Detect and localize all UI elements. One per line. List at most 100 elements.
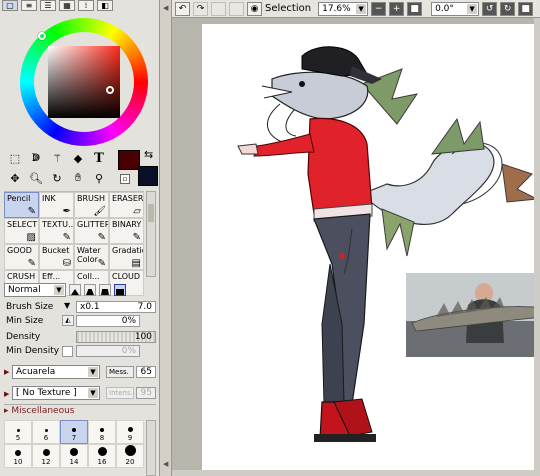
tip-shape-2[interactable] [84, 284, 96, 296]
brush-select[interactable]: SELECT ▨ [4, 218, 39, 244]
chevron-down-icon: ▼ [88, 367, 98, 377]
brush-gradation[interactable]: Gradation▤ [109, 244, 144, 270]
canvas-area[interactable] [172, 18, 540, 476]
size-preset[interactable]: 12 [32, 444, 60, 468]
collapse-icon[interactable]: ◀ [163, 460, 168, 468]
gradation-icon: ▤ [131, 258, 141, 269]
brush-watercolor[interactable]: Water Color ✎ [74, 244, 109, 270]
redo-icon[interactable]: ↷ [193, 1, 208, 16]
min-density-label: Min Density [6, 346, 60, 356]
pen-icon: ✒ [62, 206, 71, 217]
zoom-reset-button[interactable]: ■ [407, 1, 423, 16]
reference-photo [406, 273, 540, 357]
size-preset[interactable]: 9 [116, 420, 144, 444]
swap-colors-icon[interactable]: ⇆ [144, 148, 153, 161]
size-preset[interactable]: 7 [60, 420, 88, 444]
lines-icon[interactable]: ☰ [40, 0, 56, 11]
dots-icon[interactable]: ⁞ [78, 0, 94, 11]
canvas-horizontal-scrollbar[interactable] [172, 470, 540, 476]
zoom-select[interactable]: 17.6% ▼ [318, 1, 369, 16]
texture-expand-icon[interactable]: ▶ [4, 390, 9, 398]
paper-texture-select[interactable]: Acuarela ▼ [12, 365, 100, 379]
sv-knob[interactable] [106, 86, 114, 94]
paper-expand-icon[interactable]: ▶ [4, 368, 9, 376]
pressure-icon[interactable]: ◭ [62, 315, 74, 326]
intens-value[interactable]: 95 [136, 387, 156, 399]
tip-shape-1[interactable] [69, 284, 81, 296]
collapse-icon[interactable]: ◀ [163, 4, 168, 12]
brush-grid: Pencil ✎ INK ✒ BRUSH 🖌︎ ERASER ▱ SELECT ▨ TEX… [4, 191, 144, 296]
tip-shape-3[interactable] [99, 284, 111, 296]
magic-wand-icon[interactable]: ⚚ [48, 150, 66, 166]
brush-scrollbar[interactable] [146, 191, 156, 277]
selection-visibility-icon[interactable]: ◉ [247, 1, 262, 16]
flip-icon[interactable]: ⇆ [536, 2, 540, 16]
brush-brush[interactable]: BRUSH 🖌︎ [74, 192, 109, 218]
canvas-vertical-scrollbar[interactable] [534, 18, 540, 476]
zoom-out-button[interactable]: − [371, 1, 387, 16]
brush-ink[interactable]: INK ✒ [39, 192, 74, 218]
min-density-field[interactable]: 0% [76, 345, 140, 357]
density-slider[interactable]: 100 [76, 331, 156, 343]
size-preset[interactable]: 6 [32, 420, 60, 444]
size-preset[interactable]: 14 [60, 444, 88, 468]
brush-glitter[interactable]: GLITTER ✎ [74, 218, 109, 244]
binary-icon: ✎ [132, 232, 141, 243]
hue-knob[interactable] [38, 32, 46, 40]
eraser-small-icon[interactable]: ◧ [97, 0, 113, 11]
invert-selection-icon[interactable] [229, 1, 244, 16]
size-preset[interactable]: 16 [88, 444, 116, 468]
brush-good[interactable]: GOOD ✎ [4, 244, 39, 270]
lasso-icon[interactable]: ↇ [27, 150, 45, 166]
rotation-select[interactable]: 0.0° ▼ [431, 1, 480, 16]
size-preset[interactable]: 5 [4, 420, 32, 444]
rect-select-icon[interactable]: ⬚ [6, 150, 24, 166]
brush-size-field[interactable]: x0.1 7.0 [76, 301, 156, 313]
chevron-down-icon: ▼ [356, 3, 367, 14]
foreground-color-swatch[interactable] [118, 150, 140, 170]
size-preset[interactable]: 10 [4, 444, 32, 468]
color-wheel[interactable] [20, 18, 148, 146]
tip-shape-4[interactable] [114, 284, 126, 296]
rotate-reset-button[interactable]: ■ [518, 1, 534, 16]
zoom-in-button[interactable]: + [389, 1, 405, 16]
brush-bucket[interactable]: Bucket ⛁ [39, 244, 74, 270]
canvas-paper[interactable] [202, 24, 540, 476]
min-density-checkbox[interactable] [62, 346, 73, 357]
mess-value[interactable]: 65 [136, 366, 156, 378]
zoom-icon[interactable]: 🔍︎ [27, 170, 45, 186]
shape-icon[interactable]: ◆ [69, 150, 87, 166]
bars-icon[interactable]: ≡ [21, 0, 37, 11]
brush-pencil[interactable]: Pencil ✎ [4, 192, 39, 218]
dot-icon [44, 429, 48, 432]
saturation-value-square[interactable] [48, 46, 120, 118]
brush-eraser[interactable]: ERASER ▱ [109, 192, 144, 218]
move-icon[interactable]: ✥ [6, 170, 24, 186]
transparent-color-icon[interactable]: ▫ [120, 174, 130, 184]
text-tool-icon[interactable]: T [90, 150, 108, 166]
rotate-left-button[interactable]: ↺ [482, 1, 498, 16]
square-icon[interactable]: ▢ [2, 0, 18, 11]
eyedropper-icon[interactable]: ⚲ [90, 170, 108, 186]
hand-icon[interactable]: ✋︎ [69, 170, 87, 186]
texture-select[interactable]: [ No Texture ] ▼ [12, 386, 100, 400]
min-size-field[interactable]: 0% [76, 315, 140, 327]
panel-divider[interactable]: ◀ ◀ [160, 0, 172, 476]
background-color-swatch[interactable] [138, 166, 158, 186]
deselect-icon[interactable] [211, 1, 226, 16]
size-preset-scrollbar[interactable] [146, 420, 156, 476]
miscellaneous-section[interactable]: ▸ Miscellaneous [4, 404, 156, 417]
undo-icon[interactable]: ↶ [175, 1, 190, 16]
size-preset[interactable]: 20 [116, 444, 144, 468]
brush-texture[interactable]: TEXTU... ✎ [39, 218, 74, 244]
blend-mode-select[interactable]: Normal ▼ [4, 283, 66, 297]
rotate-right-button[interactable]: ↻ [500, 1, 516, 16]
brush-binary[interactable]: BINARY ✎ [109, 218, 144, 244]
chevron-down-icon[interactable]: ▼ [64, 301, 70, 310]
watercolor-icon: ✎ [97, 258, 106, 269]
blend-row: Normal ▼ [4, 283, 126, 297]
rotate-icon[interactable]: ↻ [48, 170, 66, 186]
size-preset[interactable]: 8 [88, 420, 116, 444]
grid-icon[interactable]: ▦ [59, 0, 75, 11]
texture-icon: ✎ [62, 232, 71, 243]
